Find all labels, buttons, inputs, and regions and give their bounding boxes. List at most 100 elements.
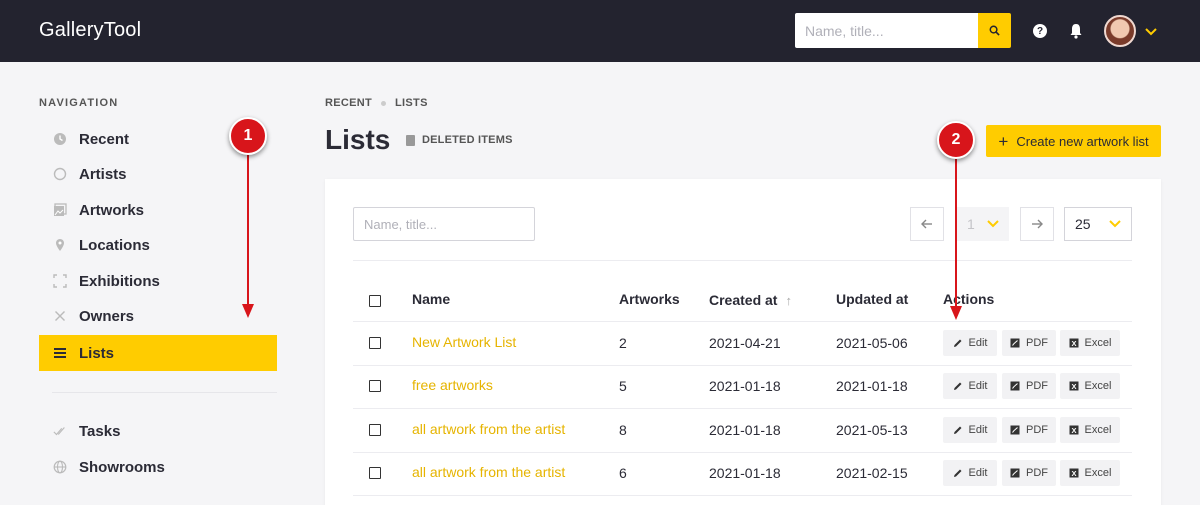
row-checkbox[interactable] (369, 337, 381, 349)
row-checkbox[interactable] (369, 380, 381, 392)
search-icon (989, 25, 1000, 36)
page-number-value: 1 (967, 216, 975, 232)
search-button[interactable] (978, 13, 1011, 48)
excel-button[interactable]: X Excel (1060, 417, 1120, 443)
table-row-divider (353, 365, 1132, 366)
list-name-link[interactable]: free artworks (412, 377, 493, 393)
sidebar-item-artists[interactable]: Artists (39, 156, 277, 192)
pin-icon (53, 238, 67, 252)
sidebar-item-exhibitions[interactable]: Exhibitions (39, 263, 277, 299)
excel-button[interactable]: X Excel (1060, 330, 1120, 356)
sidebar-item-label: Showrooms (79, 458, 165, 476)
edit-label: Edit (968, 380, 988, 392)
sidebar-item-label: Artists (79, 165, 127, 183)
row-checkbox[interactable] (369, 424, 381, 436)
pencil-icon (953, 381, 963, 391)
sidebar-divider (52, 392, 277, 393)
edit-button[interactable]: Edit (943, 373, 997, 399)
artworks-count: 6 (619, 465, 627, 481)
excel-label: Excel (1084, 424, 1112, 436)
sidebar-item-locations[interactable]: Locations (39, 227, 277, 263)
create-artwork-list-button[interactable]: + Create new artwork list (986, 125, 1161, 157)
trash-icon (406, 134, 415, 146)
global-search-input[interactable] (795, 13, 978, 48)
pencil-icon (953, 425, 963, 435)
plus-icon: + (998, 131, 1009, 151)
sidebar-item-owners[interactable]: Owners (39, 298, 277, 334)
user-avatar[interactable] (1104, 15, 1136, 47)
per-page-select[interactable]: 25 (1064, 207, 1132, 241)
page-number-select[interactable]: 1 (957, 207, 1009, 241)
updated-date: 2021-05-13 (836, 422, 908, 438)
list-icon (53, 346, 67, 360)
list-name-link[interactable]: all artwork from the artist (412, 464, 565, 480)
pdf-button[interactable]: PDF (1002, 373, 1056, 399)
breadcrumb: RECENT LISTS (325, 97, 428, 109)
excel-icon: X (1069, 338, 1079, 348)
pencil-icon (953, 338, 963, 348)
column-header-label: Created at (709, 292, 778, 308)
pdf-button[interactable]: PDF (1002, 330, 1056, 356)
excel-button[interactable]: X Excel (1060, 460, 1120, 486)
top-bar (0, 0, 1200, 62)
list-name-link[interactable]: all artwork from the artist (412, 421, 565, 437)
list-filter-input[interactable] (353, 207, 535, 241)
list-name-link[interactable]: New Artwork List (412, 334, 516, 350)
card-divider (353, 260, 1132, 261)
globe-icon (53, 460, 67, 474)
chevron-down-icon[interactable] (1144, 24, 1158, 38)
sidebar-item-showrooms[interactable]: Showrooms (39, 449, 277, 485)
sidebar-item-label: Exhibitions (79, 272, 160, 290)
select-all-checkbox[interactable] (369, 295, 381, 307)
table-row-divider (353, 495, 1132, 496)
column-header-artworks[interactable]: Artworks (619, 291, 680, 307)
chevron-down-icon (987, 220, 999, 228)
clock-icon (53, 132, 67, 146)
svg-text:X: X (1071, 382, 1076, 391)
excel-button[interactable]: X Excel (1060, 373, 1120, 399)
column-header-updated[interactable]: Updated at (836, 291, 908, 307)
artworks-count: 2 (619, 335, 627, 351)
sidebar-item-tasks[interactable]: Tasks (39, 413, 277, 449)
chevron-down-icon (1109, 220, 1121, 228)
sidebar-item-lists[interactable]: Lists (39, 335, 277, 371)
deleted-items-label: DELETED ITEMS (422, 134, 513, 146)
edit-label: Edit (968, 467, 988, 479)
bell-icon[interactable] (1068, 22, 1084, 40)
navigation-heading: NAVIGATION (39, 97, 119, 109)
pdf-label: PDF (1026, 380, 1048, 392)
app-logo[interactable]: GalleryTool (39, 19, 141, 42)
deleted-items-link[interactable]: DELETED ITEMS (406, 134, 513, 146)
edit-button[interactable]: Edit (943, 330, 997, 356)
edit-label: Edit (968, 424, 988, 436)
per-page-value: 25 (1075, 216, 1091, 232)
next-page-button[interactable] (1020, 207, 1054, 241)
svg-text:X: X (1071, 339, 1076, 348)
x-icon (53, 309, 67, 323)
prev-page-button[interactable] (910, 207, 944, 241)
excel-icon: X (1069, 381, 1079, 391)
pdf-label: PDF (1026, 424, 1048, 436)
pdf-icon (1010, 381, 1020, 391)
column-header-name[interactable]: Name (412, 291, 450, 307)
page-title: Lists (325, 124, 391, 155)
help-icon[interactable]: ? (1033, 24, 1047, 38)
sidebar-item-label: Locations (79, 236, 150, 254)
sidebar-item-artworks[interactable]: Artworks (39, 192, 277, 228)
pdf-button[interactable]: PDF (1002, 417, 1056, 443)
image-icon (53, 203, 67, 217)
excel-icon: X (1069, 425, 1079, 435)
check-icon (53, 424, 67, 438)
edit-button[interactable]: Edit (943, 417, 997, 443)
table-row-divider (353, 321, 1132, 322)
pdf-icon (1010, 468, 1020, 478)
edit-button[interactable]: Edit (943, 460, 997, 486)
column-header-created[interactable]: Created at ↑ (709, 292, 792, 308)
row-checkbox[interactable] (369, 467, 381, 479)
pdf-button[interactable]: PDF (1002, 460, 1056, 486)
edit-label: Edit (968, 337, 988, 349)
arrow-right-icon (1032, 219, 1043, 229)
artworks-count: 5 (619, 378, 627, 394)
svg-text:X: X (1071, 426, 1076, 435)
breadcrumb-item-recent[interactable]: RECENT (325, 97, 372, 109)
